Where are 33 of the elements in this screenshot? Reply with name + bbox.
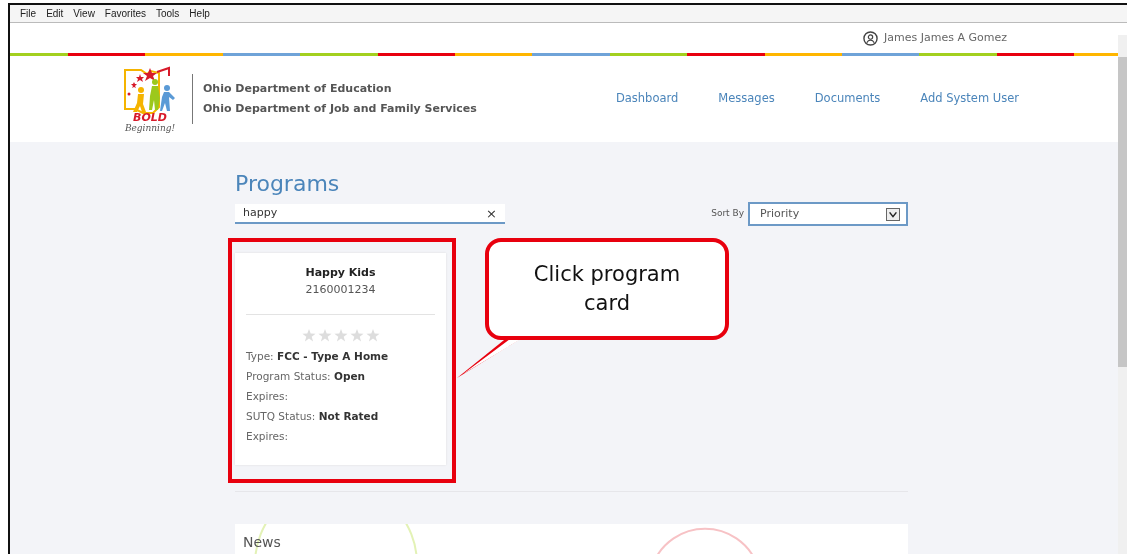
scrollbar[interactable] [1118, 35, 1127, 554]
caret-icon [886, 207, 900, 221]
menu-item[interactable]: View [73, 8, 95, 19]
logo-tagline: Beginning! [124, 123, 176, 134]
menu-item[interactable]: Help [189, 8, 210, 19]
department-name: Ohio Department of Education [203, 81, 393, 97]
search-field[interactable]: happy × [235, 204, 505, 224]
menu-item[interactable]: Edit [46, 8, 64, 19]
section-title: News [243, 533, 281, 552]
field-text: Type: FCC - Type A Home [246, 349, 390, 364]
sort-label: Sort By [711, 207, 744, 221]
user-icon [863, 30, 879, 46]
nav-link[interactable]: Messages [718, 90, 775, 108]
menu-item[interactable]: Favorites [104, 8, 146, 19]
page-title: Programs [235, 170, 341, 198]
user-name[interactable]: James James A Gomez [884, 29, 1007, 47]
program-number: 2160001234 [304, 281, 377, 298]
field-text: Expires: [246, 429, 289, 444]
field-text: Program Status: Open [246, 369, 367, 384]
department-name: Ohio Department of Job and Family Services [203, 101, 477, 117]
callout-text: Click program card [485, 238, 729, 340]
menu-item[interactable]: Tools [156, 8, 180, 19]
clear-button[interactable]: × [486, 206, 497, 220]
sort-dropdown[interactable]: Priority [748, 202, 908, 226]
logo-text: BOLD [133, 113, 167, 123]
menu-item[interactable]: File [20, 8, 37, 19]
program-name: Happy Kids [304, 265, 377, 281]
nav-link[interactable]: Add System User [920, 90, 1019, 108]
field-text: Expires: [246, 389, 289, 404]
nav-link[interactable]: Documents [814, 90, 881, 108]
program-card[interactable]: Happy Kids 2160001234 Type: FCC - Type A Home Program Status: Open Expires: SUTQ Status: Not Rated Expires: [235, 253, 446, 465]
field-text: SUTQ Status: Not Rated [246, 409, 380, 424]
nav-link[interactable]: Dashboard [615, 90, 679, 108]
